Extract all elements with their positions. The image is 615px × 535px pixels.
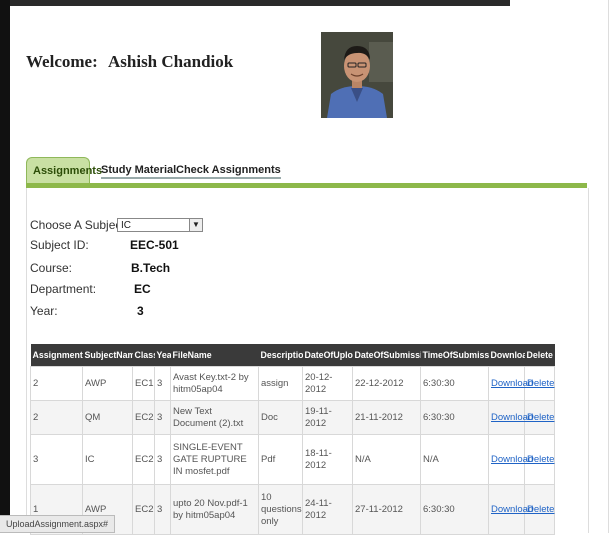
welcome-label: Welcome: — [26, 52, 98, 71]
table-row: 3 IC EC2 3 SINGLE-EVENT GATE RUPTURE IN … — [30, 434, 555, 485]
year-value: 3 — [137, 304, 144, 318]
profile-photo — [321, 32, 393, 118]
cell-subject-name: IC — [82, 434, 133, 485]
table-row: 2 AWP EC1 3 Avast Key.txt-2 by hitm05ap0… — [30, 366, 555, 401]
choose-subject-label: Choose A Subject: — [30, 218, 129, 232]
welcome-heading: Welcome: Ashish Chandiok — [26, 52, 233, 72]
cell-class: EC2 — [132, 484, 155, 535]
column-header: SubjectName — [82, 344, 133, 367]
year-label: Year: — [30, 304, 58, 318]
cell-file-name: Avast Key.txt-2 by hitm05ap04 — [170, 366, 259, 401]
cell-subject-name: QM — [82, 400, 133, 435]
cell-date-of-submission: 27-11-2012 — [352, 484, 421, 535]
cell-file-name: SINGLE-EVENT GATE RUPTURE IN mosfet.pdf — [170, 434, 259, 485]
delete-link[interactable]: Delete — [527, 412, 554, 423]
cell-description: Pdf — [258, 434, 303, 485]
column-header: Description — [258, 344, 303, 367]
column-header: TimeOfSubmission — [420, 344, 489, 367]
cell-assignment-no: 3 — [30, 434, 83, 485]
user-name: Ashish Chandiok — [108, 52, 234, 71]
delete-link[interactable]: Delete — [527, 504, 554, 515]
tab-assignments[interactable]: Assignments — [26, 157, 102, 184]
department-label: Department: — [30, 282, 97, 296]
cell-download: Download — [488, 434, 533, 485]
browser-status-bar: UploadAssignment.aspx# — [0, 515, 116, 533]
cell-date-of-upload: 20-12-2012 — [302, 366, 353, 401]
cell-class: EC1 — [132, 366, 155, 401]
course-label: Course: — [30, 261, 73, 275]
cell-download: Download — [488, 484, 533, 535]
assignments-table: AssignmentNo SubjectName Class Year File… — [30, 344, 555, 535]
header-rule — [10, 0, 510, 6]
cell-date-of-submission: N/A — [352, 434, 421, 485]
course-value: B.Tech — [131, 261, 171, 275]
right-frame-border — [608, 0, 609, 533]
table-header-row: AssignmentNo SubjectName Class Year File… — [30, 344, 555, 367]
cell-time-of-submission: N/A — [420, 434, 489, 485]
subject-id-label: Subject ID: — [30, 238, 89, 252]
tab-study-material[interactable]: Study Material — [101, 157, 177, 183]
column-header: Class — [132, 344, 155, 367]
column-header: Delete — [524, 344, 555, 367]
cell-file-name: New Text Document (2).txt — [170, 400, 259, 435]
cell-date-of-submission: 22-12-2012 — [352, 366, 421, 401]
subject-select[interactable]: IC ▼ — [117, 218, 203, 232]
cell-download: Download — [488, 400, 533, 435]
cell-assignment-no: 2 — [30, 400, 83, 435]
cell-time-of-submission: 6:30:30 — [420, 400, 489, 435]
column-header: Download — [488, 344, 525, 367]
cell-file-name: upto 20 Nov.pdf-1 by hitm05ap04 — [170, 484, 259, 535]
column-header: FileName — [170, 344, 259, 367]
cell-year: 3 — [154, 366, 171, 401]
department-value: EC — [134, 282, 151, 296]
chevron-down-icon[interactable]: ▼ — [189, 219, 202, 231]
cell-class: EC2 — [132, 434, 155, 485]
tab-assignments-label: Assignments — [33, 165, 103, 177]
cell-time-of-submission: 6:30:30 — [420, 366, 489, 401]
column-header: AssignmentNo — [30, 344, 83, 367]
tab-check-assignments-label: Check Assignments — [176, 164, 281, 179]
column-header: Year — [154, 344, 171, 367]
tab-check-assignments[interactable]: Check Assignments — [176, 157, 281, 183]
cell-time-of-submission: 6:30:30 — [420, 484, 489, 535]
cell-year: 3 — [154, 484, 171, 535]
cell-year: 3 — [154, 434, 171, 485]
cell-description: 10 questions only — [258, 484, 303, 535]
subject-id-value: EEC-501 — [130, 238, 179, 252]
cell-year: 3 — [154, 400, 171, 435]
left-frame-border — [0, 0, 10, 533]
column-header: DateOfSubmission — [352, 344, 421, 367]
cell-assignment-no: 2 — [30, 366, 83, 401]
column-header: DateOfUpload — [302, 344, 353, 367]
table-row: 2 QM EC2 3 New Text Document (2).txt Doc… — [30, 400, 555, 435]
cell-date-of-submission: 21-11-2012 — [352, 400, 421, 435]
cell-description: assign — [258, 366, 303, 401]
subject-select-value: IC — [121, 220, 131, 231]
cell-class: EC2 — [132, 400, 155, 435]
cell-description: Doc — [258, 400, 303, 435]
delete-link[interactable]: Delete — [527, 378, 554, 389]
cell-delete: Delete — [524, 484, 555, 535]
cell-date-of-upload: 24-11-2012 — [302, 484, 353, 535]
cell-date-of-upload: 18-11-2012 — [302, 434, 353, 485]
cell-date-of-upload: 19-11-2012 — [302, 400, 353, 435]
cell-download: Download — [488, 366, 533, 401]
cell-subject-name: AWP — [82, 366, 133, 401]
cell-delete: Delete — [524, 400, 555, 435]
cell-delete: Delete — [524, 366, 555, 401]
cell-delete: Delete — [524, 434, 555, 485]
status-url: UploadAssignment.aspx# — [6, 519, 109, 529]
tab-study-material-label: Study Material — [101, 164, 177, 179]
delete-link[interactable]: Delete — [527, 454, 554, 465]
